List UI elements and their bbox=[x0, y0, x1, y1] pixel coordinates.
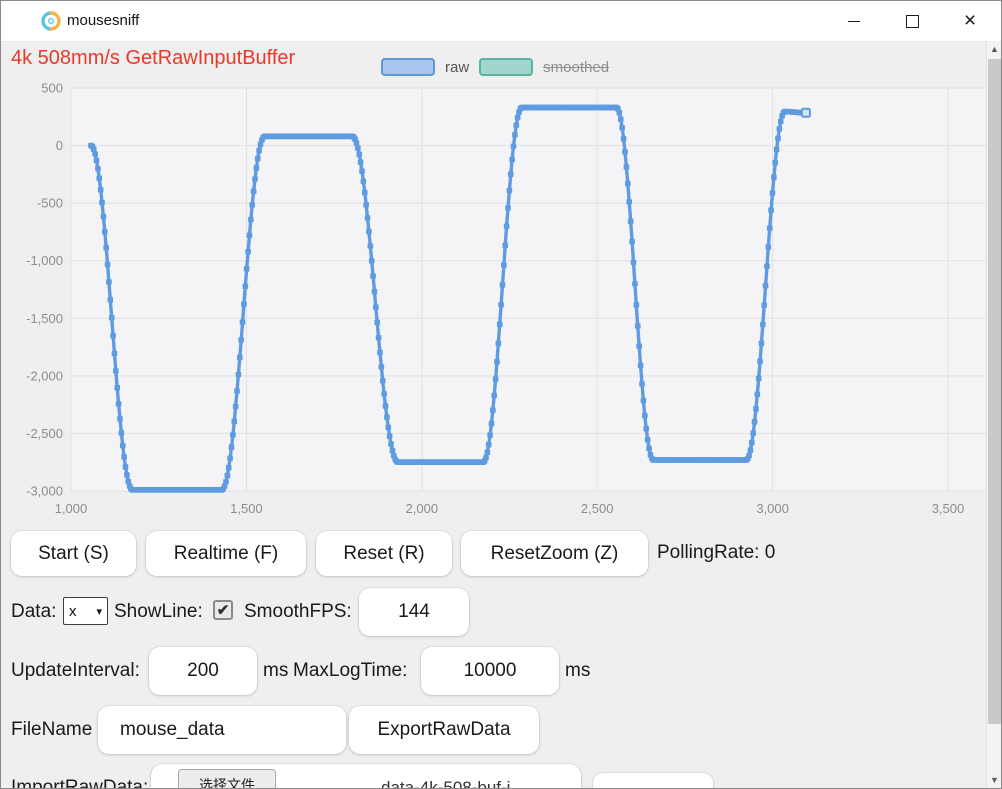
svg-text:3,500: 3,500 bbox=[932, 501, 965, 516]
scroll-up-icon[interactable]: ▲ bbox=[987, 44, 1001, 54]
check-icon: ✔ bbox=[216, 602, 230, 619]
update-interval-input[interactable]: 200 bbox=[149, 647, 257, 695]
showline-checkbox[interactable]: ✔ bbox=[213, 600, 233, 620]
legend-swatch-smoothed[interactable] bbox=[479, 58, 534, 76]
reset-button[interactable]: Reset (R) bbox=[316, 531, 452, 576]
svg-text:-1,000: -1,000 bbox=[26, 253, 63, 268]
app-logo-icon bbox=[41, 11, 61, 31]
svg-text:-3,000: -3,000 bbox=[26, 484, 63, 499]
maximize-icon bbox=[905, 14, 919, 28]
max-log-time-input[interactable]: 10000 bbox=[421, 647, 559, 695]
svg-text:-2,500: -2,500 bbox=[26, 426, 63, 441]
window-title: mousesniff bbox=[67, 12, 140, 29]
legend-label-smoothed[interactable]: smoothed bbox=[543, 59, 609, 76]
data-label: Data: bbox=[11, 601, 57, 622]
minimize-icon bbox=[848, 20, 860, 22]
legend-swatch-raw[interactable] bbox=[381, 58, 435, 76]
svg-text:3,000: 3,000 bbox=[756, 501, 789, 516]
scrollbar-thumb[interactable] bbox=[988, 59, 1001, 724]
filename-label: FileName bbox=[11, 719, 93, 740]
chart-legend: raw smoothed bbox=[381, 58, 609, 76]
vertical-scrollbar[interactable]: ▲ ▼ bbox=[986, 41, 1001, 788]
svg-text:2,000: 2,000 bbox=[406, 501, 439, 516]
smoothfps-input[interactable]: 144 bbox=[359, 588, 469, 636]
start-button[interactable]: Start (S) bbox=[11, 531, 136, 576]
legend-label-raw[interactable]: raw bbox=[445, 59, 469, 76]
polling-rate-value: 0 bbox=[764, 542, 776, 563]
svg-text:0: 0 bbox=[56, 138, 63, 153]
line-chart[interactable]: 500 0 -500 -1,000 -1,500 -2,000 -2,500 -3,000 1,… bbox=[1, 76, 1002, 526]
app-window: mousesniff × 4k 508mm/s GetRawInputBuffe… bbox=[0, 0, 1002, 789]
reset-zoom-button[interactable]: ResetZoom (Z) bbox=[461, 531, 648, 576]
title-bar: mousesniff × bbox=[1, 1, 1001, 42]
close-button[interactable]: × bbox=[947, 1, 993, 41]
chart-title: 4k 508mm/s GetRawInputBuffer bbox=[11, 47, 296, 69]
update-interval-label: UpdateInterval: bbox=[11, 660, 140, 681]
data-select-value: x bbox=[69, 602, 77, 620]
filename-input[interactable]: mouse_data bbox=[98, 706, 346, 754]
maximize-button[interactable] bbox=[889, 1, 935, 41]
data-select[interactable]: x ▾ bbox=[63, 597, 108, 625]
choose-file-button[interactable]: 选择文件 bbox=[178, 769, 276, 788]
minimize-button[interactable] bbox=[831, 1, 877, 41]
svg-text:500: 500 bbox=[41, 81, 63, 96]
export-raw-data-button[interactable]: ExportRawData bbox=[349, 706, 539, 754]
polling-rate-label: PollingRate: bbox=[657, 542, 760, 563]
smoothfps-label: SmoothFPS: bbox=[244, 601, 352, 622]
svg-text:-500: -500 bbox=[37, 196, 63, 211]
max-log-time-unit: ms bbox=[565, 660, 591, 681]
close-icon: × bbox=[963, 9, 977, 32]
svg-text:-2,000: -2,000 bbox=[26, 368, 63, 383]
max-log-time-label: MaxLogTime: bbox=[293, 660, 408, 681]
imported-filename-text: data-4k-508-buf-i bbox=[381, 778, 511, 789]
scroll-down-icon[interactable]: ▼ bbox=[987, 775, 1001, 785]
import-raw-data-label: ImportRawData: bbox=[11, 777, 149, 789]
polling-rate-readout: PollingRate: 0 bbox=[657, 542, 775, 564]
chevron-down-icon: ▾ bbox=[96, 605, 102, 618]
svg-text:-1,500: -1,500 bbox=[26, 311, 63, 326]
import-file-field[interactable]: 选择文件 data-4k-508-buf-i bbox=[151, 764, 581, 789]
realtime-button[interactable]: Realtime (F) bbox=[146, 531, 306, 576]
svg-text:1,000: 1,000 bbox=[55, 501, 88, 516]
update-interval-unit: ms bbox=[263, 660, 289, 681]
svg-text:1,500: 1,500 bbox=[230, 501, 263, 516]
import-secondary-control[interactable] bbox=[593, 773, 713, 788]
svg-text:2,500: 2,500 bbox=[581, 501, 614, 516]
showline-label: ShowLine: bbox=[114, 601, 203, 622]
